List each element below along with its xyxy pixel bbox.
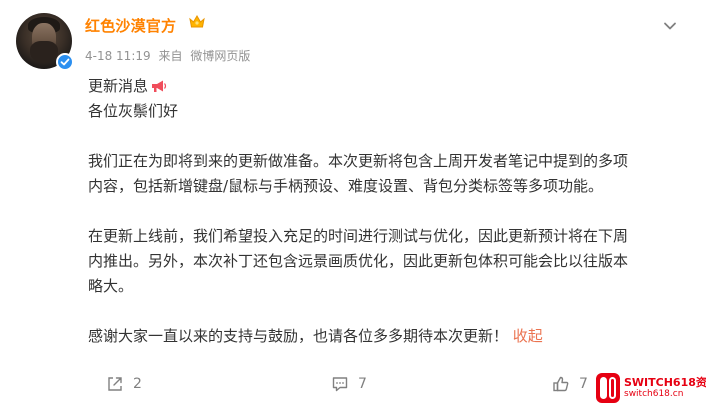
post-timestamp[interactable]: 4-18 11:19 <box>85 49 151 63</box>
crown-icon <box>189 15 205 28</box>
watermark-url: switch618.cn <box>624 389 684 399</box>
comment-icon <box>332 377 348 392</box>
post-body: 更新消息 各位灰鬃们好 我们正在为即将到来的更新做准备。本次更新将包含上周开发者… <box>88 74 693 349</box>
post-line: 略大。 <box>88 277 134 295</box>
post-line: 内推出。另外，本次补丁还包含远景画质优化，因此更新包体积可能会比以往版本 <box>88 252 629 270</box>
switch-logo-icon <box>596 373 620 403</box>
author-avatar[interactable] <box>16 13 74 71</box>
comment-count: 7 <box>358 376 367 392</box>
collapse-link[interactable]: 收起 <box>513 327 543 345</box>
watermark-title: SWITCH618资讯 <box>624 376 706 389</box>
post-source: 微博网页版 <box>190 49 251 63</box>
megaphone-icon <box>152 80 167 92</box>
weibo-post-card: 红色沙漠官方 4-18 11:19 来自 微博网页版 更新消息 各位灰鬃们好 我… <box>0 0 706 412</box>
source-prefix: 来自 <box>158 49 183 63</box>
post-line: 感谢大家一直以来的支持与鼓励，也请各位多多期待本次更新！ 收起 <box>88 327 543 345</box>
post-meta: 4-18 11:19 来自 微博网页版 <box>85 47 254 64</box>
chevron-down-icon[interactable] <box>660 16 680 36</box>
share-icon <box>108 377 122 391</box>
like-icon <box>553 376 569 392</box>
author-name[interactable]: 红色沙漠官方 <box>85 15 176 36</box>
post-line: 各位灰鬃们好 <box>88 102 179 120</box>
like-count: 7 <box>579 376 588 392</box>
share-button[interactable]: 2 <box>106 368 142 400</box>
post-line: 更新消息 <box>88 74 693 99</box>
post-line: 在更新上线前，我们希望投入充足的时间进行测试与优化，因此更新预计将在下周 <box>88 227 629 245</box>
verified-badge-icon <box>56 53 74 71</box>
comment-button[interactable]: 7 <box>331 368 367 400</box>
like-button[interactable]: 7 <box>552 368 588 400</box>
share-count: 2 <box>133 376 142 392</box>
post-line: 我们正在为即将到来的更新做准备。本次更新将包含上周开发者笔记中提到的多项 <box>88 152 629 170</box>
watermark: SWITCH618资讯 switch618.cn <box>596 372 706 404</box>
post-line: 内容，包括新增键盘/鼠标与手柄预设、难度设置、背包分类标签等多项功能。 <box>88 177 604 195</box>
